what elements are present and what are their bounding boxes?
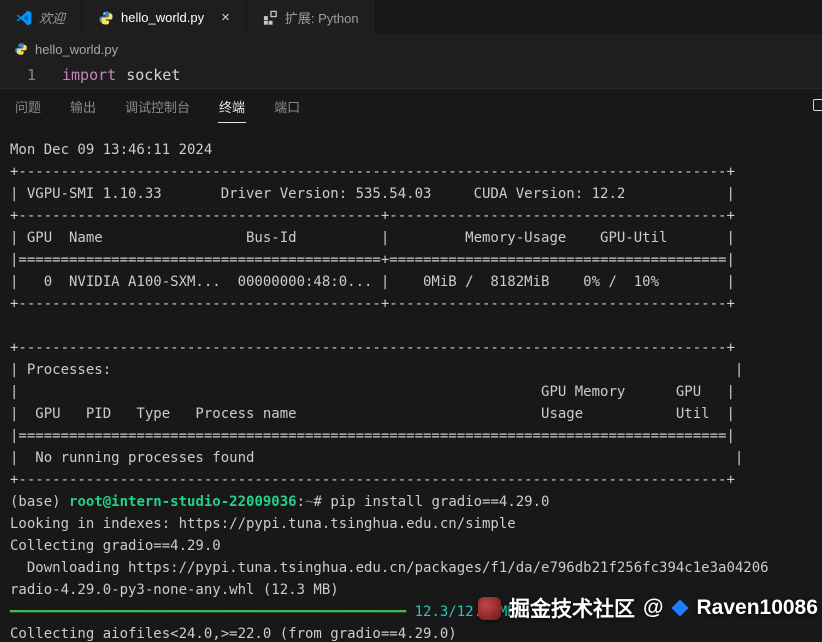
panel-tab-debug-console[interactable]: 调试控制台 — [124, 89, 191, 123]
terminal-line: Looking in indexes: https://pypi.tuna.ts… — [10, 516, 516, 532]
terminal-line: | GPU Name Bus-Id | Memory-Usage GPU-Uti… — [10, 230, 735, 246]
terminal-line: +---------------------------------------… — [10, 296, 735, 312]
watermark: 掘金技术社区 @ Raven10086 — [478, 593, 818, 623]
bottom-panel: 问题 输出 调试控制台 终端 端口 Mon Dec 09 13:46:11 20… — [0, 88, 822, 642]
panel-tab-problems[interactable]: 问题 — [14, 89, 42, 123]
tab-welcome[interactable]: 欢迎 — [0, 0, 83, 35]
terminal-line: |=======================================… — [10, 252, 735, 268]
terminal-line: | GPU PID Type Process name Usage Util | — [10, 406, 735, 422]
tab-extension-label: 扩展: Python — [284, 11, 359, 26]
terminal-line: |=======================================… — [10, 428, 735, 444]
code-keyword: import — [62, 66, 117, 84]
python-icon — [98, 10, 114, 26]
terminal-line: (base) root@intern-studio-22009036:~# pi… — [10, 494, 550, 510]
editor-code-area[interactable]: 1 import socket — [0, 62, 822, 88]
terminal-line: +---------------------------------------… — [10, 208, 735, 224]
terminal-line: Collecting gradio==4.29.0 — [10, 538, 221, 554]
close-icon[interactable]: × — [221, 10, 230, 25]
terminal-line: Downloading https://pypi.tuna.tsinghua.e… — [10, 560, 769, 576]
terminal-line: +---------------------------------------… — [10, 472, 735, 488]
terminal-line: | No running processes found | — [10, 450, 744, 466]
terminal-line: | GPU Memory GPU | — [10, 384, 735, 400]
terminal-line: Mon Dec 09 13:46:11 2024 — [10, 142, 213, 158]
terminal-output[interactable]: Mon Dec 09 13:46:11 2024 +---------------… — [0, 123, 822, 642]
breadcrumb-file: hello_world.py — [35, 41, 119, 57]
terminal-line: Collecting aiofiles<24.0,>=22.0 (from gr… — [10, 626, 457, 642]
terminal-line: +---------------------------------------… — [10, 164, 735, 180]
editor-tab-bar: 欢迎 hello_world.py × 扩展: Python — [0, 0, 822, 36]
watermark-handle: Raven10086 — [696, 596, 818, 619]
panel-layout-icon[interactable] — [813, 99, 822, 111]
panel-tab-bar: 问题 输出 调试控制台 终端 端口 — [0, 89, 822, 123]
panel-tab-ports[interactable]: 端口 — [273, 89, 301, 123]
vscode-window: 欢迎 hello_world.py × 扩展: Python hello_wor… — [0, 0, 822, 642]
vscode-logo-icon — [16, 10, 32, 26]
tab-hello-world[interactable]: hello_world.py × — [82, 0, 247, 35]
panel-tab-output[interactable]: 输出 — [69, 89, 97, 123]
line-number: 1 — [26, 66, 36, 84]
terminal-line: | Processes: | — [10, 362, 744, 378]
watermark-separator: @ — [643, 596, 664, 619]
watermark-site: 掘金技术社区 — [509, 598, 635, 621]
terminal-line: +---------------------------------------… — [10, 340, 735, 356]
terminal-line: | 0 NVIDIA A100-SXM... 00000000:48:0... … — [10, 274, 735, 290]
terminal-line: | VGPU-SMI 1.10.33 Driver Version: 535.5… — [10, 186, 735, 202]
tab-extension-python[interactable]: 扩展: Python — [246, 0, 376, 35]
tab-welcome-label: 欢迎 — [39, 11, 66, 26]
juejin-diamond-icon — [671, 599, 689, 617]
panel-tab-terminal[interactable]: 终端 — [218, 89, 247, 123]
tab-hello-world-label: hello_world.py — [121, 10, 205, 25]
code-text: socket — [126, 66, 181, 84]
python-icon — [14, 42, 28, 56]
extensions-icon — [263, 10, 278, 25]
breadcrumb[interactable]: hello_world.py — [0, 36, 822, 62]
juejin-logo-icon — [478, 596, 501, 620]
